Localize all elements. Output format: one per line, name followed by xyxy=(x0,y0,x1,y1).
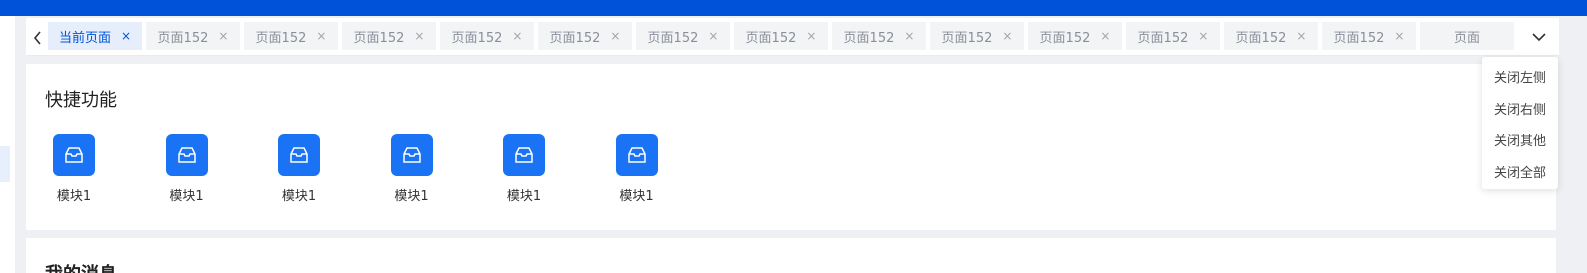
close-icon[interactable]: × xyxy=(806,29,816,43)
close-icon[interactable]: × xyxy=(708,29,718,43)
module-label: 模块1 xyxy=(281,189,317,204)
tab-label: 页面152 xyxy=(451,30,503,46)
mailbox-icon xyxy=(503,134,545,176)
close-icon[interactable]: × xyxy=(1100,29,1110,43)
tab-list: 当前页面 × 页面152 × 页面152 × 页面152 × 页面152 × 页面152… xyxy=(48,22,1514,50)
module-item[interactable]: 模块1 xyxy=(53,134,166,204)
close-icon[interactable]: × xyxy=(512,29,522,43)
tab-page[interactable]: 页面152 × xyxy=(832,22,926,50)
tab-label: 页面152 xyxy=(1333,30,1385,46)
close-icon[interactable]: × xyxy=(316,29,326,43)
tab-page[interactable]: 页面152 × xyxy=(342,22,436,50)
tab-label: 页面152 xyxy=(843,30,895,46)
quick-functions-card: 快捷功能 模块1 模块1 模块1 模块1 模块1 模块1 xyxy=(26,64,1556,230)
tab-label: 页面152 xyxy=(941,30,993,46)
tab-page[interactable]: 页面152 × xyxy=(538,22,632,50)
mailbox-icon xyxy=(390,134,433,176)
close-icon[interactable]: × xyxy=(218,29,228,43)
tab-bar: 当前页面 × 页面152 × 页面152 × 页面152 × 页面152 × 页面152… xyxy=(26,18,1559,56)
tab-label: 页面152 xyxy=(157,30,209,46)
tab-label: 页面152 xyxy=(1137,30,1189,46)
tab-page[interactable]: 页面152 × xyxy=(146,22,240,50)
close-icon[interactable]: × xyxy=(414,29,424,43)
module-item[interactable]: 模块1 xyxy=(503,134,616,204)
module-list: 模块1 模块1 模块1 模块1 模块1 模块1 xyxy=(53,134,728,204)
module-item[interactable]: 模块1 xyxy=(278,134,391,204)
card-title: 快捷功能 xyxy=(45,90,117,111)
sidebar xyxy=(0,16,15,273)
tab-page[interactable]: 页面152 × xyxy=(734,22,828,50)
menu-item-close-all[interactable]: 关闭全部 xyxy=(1482,156,1558,188)
tab-label: 当前页面 xyxy=(58,30,111,46)
tab-page[interactable]: 页面152 × xyxy=(1224,22,1318,50)
close-icon[interactable]: × xyxy=(610,29,620,43)
chevron-down-icon[interactable] xyxy=(1519,18,1559,55)
module-label: 模块1 xyxy=(169,189,204,204)
my-messages-card: 我的消息 xyxy=(26,238,1556,273)
tab-page[interactable]: 页面152 × xyxy=(244,22,338,50)
close-icon[interactable]: × xyxy=(1198,29,1208,43)
menu-item-close-right[interactable]: 关闭右侧 xyxy=(1482,93,1558,125)
tab-actions-menu: 关闭左侧 关闭右侧 关闭其他 关闭全部 xyxy=(1482,57,1558,189)
mailbox-icon xyxy=(615,134,658,176)
module-label: 模块1 xyxy=(506,189,542,204)
close-icon[interactable]: × xyxy=(904,29,914,43)
tab-page[interactable]: 页面152 × xyxy=(1028,22,1122,50)
mailbox-icon xyxy=(165,134,208,176)
module-label: 模块1 xyxy=(56,189,92,204)
tab-page[interactable]: 页面152 × xyxy=(440,22,534,50)
tab-current-page[interactable]: 当前页面 × xyxy=(48,22,142,50)
tab-page[interactable]: 页面152 × xyxy=(930,22,1024,50)
module-label: 模块1 xyxy=(394,189,429,204)
top-bar xyxy=(0,0,1587,16)
chevron-left-icon[interactable] xyxy=(30,28,46,48)
tab-label: 页面152 xyxy=(745,30,797,46)
tab-label: 页面 xyxy=(1453,30,1480,46)
module-label: 模块1 xyxy=(619,189,654,204)
close-icon[interactable]: × xyxy=(1296,29,1306,43)
sidebar-active-item[interactable] xyxy=(0,146,10,182)
module-item[interactable]: 模块1 xyxy=(615,134,729,204)
close-icon[interactable]: × xyxy=(1002,29,1012,43)
module-item[interactable]: 模块1 xyxy=(165,134,279,204)
mailbox-icon xyxy=(278,134,320,176)
card-title: 我的消息 xyxy=(45,260,117,273)
tab-label: 页面152 xyxy=(1039,30,1091,46)
tab-label: 页面152 xyxy=(353,30,405,46)
tab-label: 页面152 xyxy=(255,30,307,46)
tab-label: 页面152 xyxy=(1235,30,1287,46)
module-item[interactable]: 模块1 xyxy=(390,134,504,204)
tab-label: 页面152 xyxy=(647,30,699,46)
tab-page[interactable]: 页面152 × xyxy=(1322,22,1416,50)
tab-label: 页面152 xyxy=(549,30,601,46)
mailbox-icon xyxy=(53,134,95,176)
close-icon[interactable]: × xyxy=(121,29,131,43)
tab-page-partial[interactable]: 页面 xyxy=(1420,22,1514,50)
close-icon[interactable]: × xyxy=(1394,29,1404,43)
menu-item-close-others[interactable]: 关闭其他 xyxy=(1482,124,1558,156)
tab-page[interactable]: 页面152 × xyxy=(636,22,730,50)
menu-item-close-left[interactable]: 关闭左侧 xyxy=(1482,61,1558,93)
tab-page[interactable]: 页面152 × xyxy=(1126,22,1220,50)
